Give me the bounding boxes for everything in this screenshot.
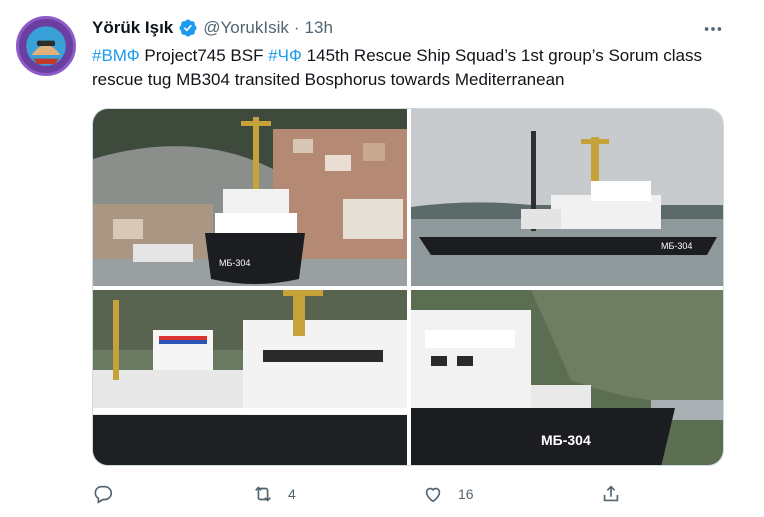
like-count: 16 [458, 486, 474, 502]
tweet-timestamp[interactable]: 13h [305, 18, 333, 38]
tweet-header: Yörük Işık @YorukIsik · 13h [92, 17, 333, 39]
tweet-card[interactable]: Yörük Işık @YorukIsik · 13h #ВМФ Project… [0, 0, 747, 517]
retweet-button[interactable]: 4 [252, 482, 296, 506]
hashtag-link[interactable]: #ВМФ [92, 46, 140, 65]
photo-2[interactable]: МБ-304 [411, 109, 723, 286]
heart-icon [425, 487, 441, 503]
hashtag-link[interactable]: #ЧФ [268, 46, 302, 65]
share-button[interactable] [600, 482, 622, 506]
share-icon [603, 485, 619, 502]
photo-1[interactable]: МБ-304 [93, 109, 407, 286]
tweet-text-segment: Project745 BSF [139, 46, 269, 65]
author-avatar[interactable] [16, 16, 76, 76]
photo-4[interactable]: МБ-304 [411, 290, 723, 465]
retweet-icon [255, 486, 271, 502]
tweet-actions: 4 16 [92, 482, 652, 506]
author-name[interactable]: Yörük Işık [92, 18, 173, 38]
reply-icon [94, 485, 113, 504]
page-gutter [746, 0, 764, 517]
like-button[interactable]: 16 [422, 482, 474, 506]
separator-dot: · [293, 18, 300, 37]
media-grid: МБ-304 МБ-304 МБ-304 [92, 108, 724, 466]
hull-marking: МБ-304 [219, 258, 250, 268]
tweet-text: #ВМФ Project745 BSF #ЧФ 145th Rescue Shi… [92, 44, 732, 92]
hull-marking: МБ-304 [541, 432, 591, 448]
retweet-count: 4 [288, 486, 296, 502]
author-handle[interactable]: @YorukIsik [203, 18, 289, 38]
hull-marking: МБ-304 [661, 241, 692, 251]
more-options-icon[interactable] [702, 18, 724, 40]
photo-3[interactable] [93, 290, 407, 465]
verified-badge-icon [178, 18, 198, 38]
reply-button[interactable] [92, 482, 114, 506]
avatar-image [19, 19, 73, 73]
